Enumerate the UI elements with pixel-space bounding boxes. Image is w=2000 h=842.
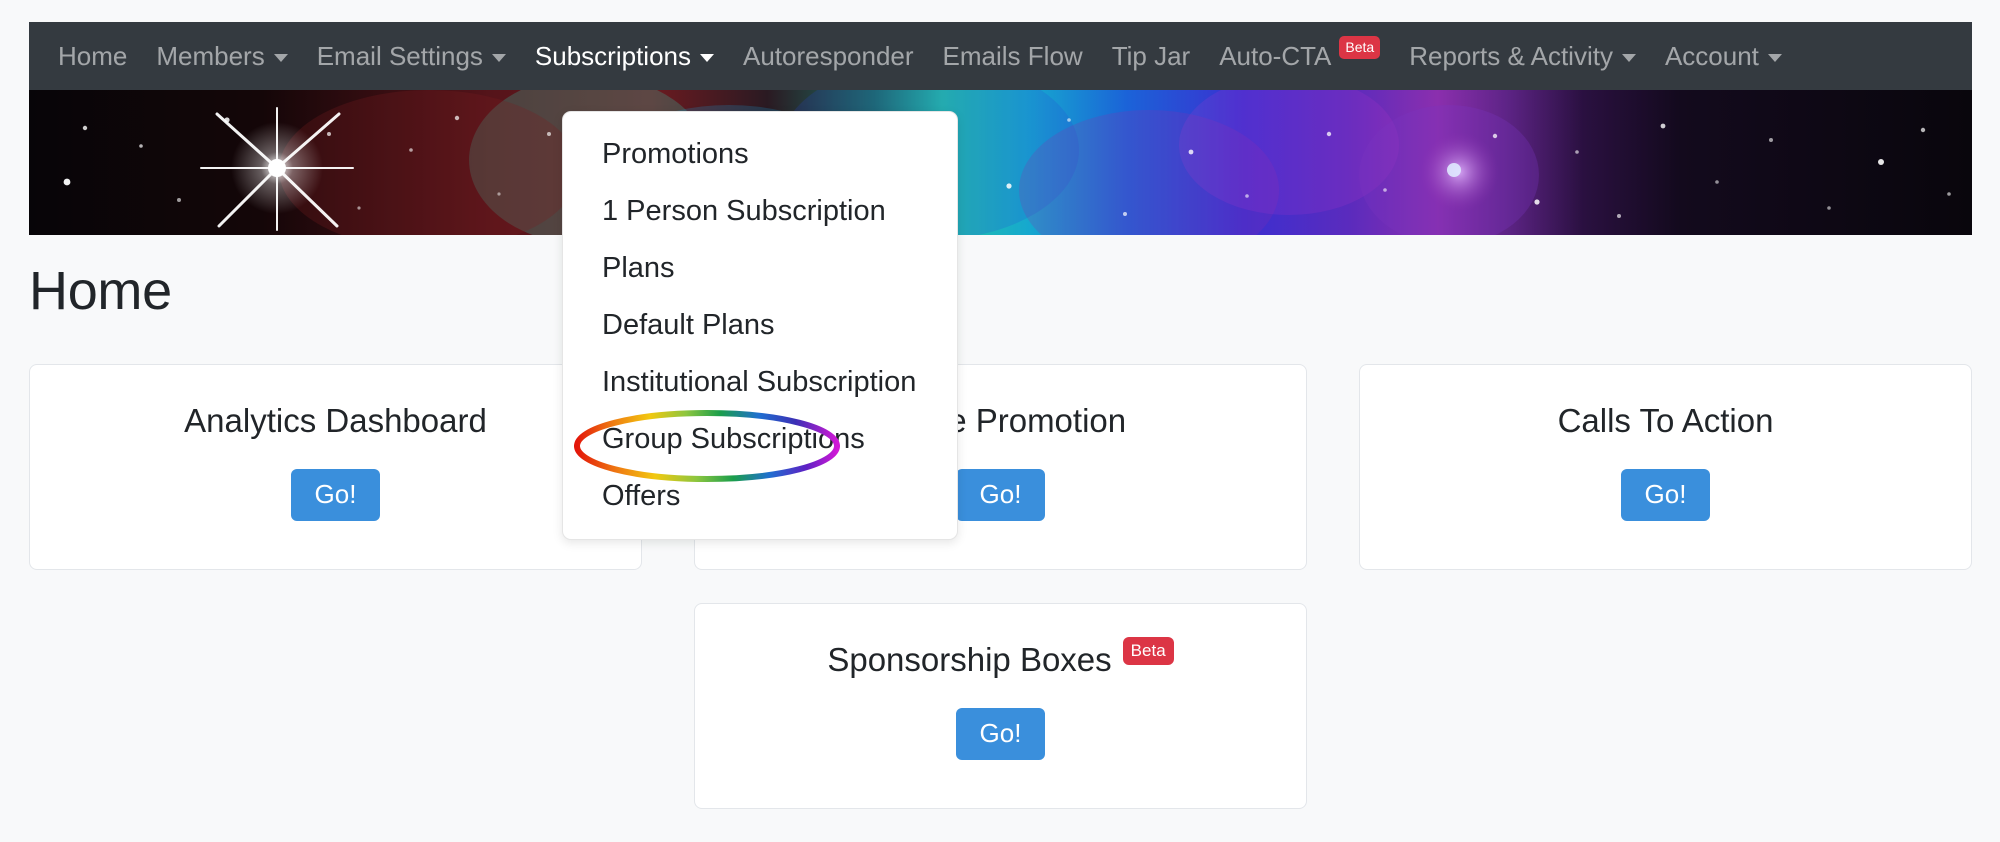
chevron-down-icon <box>491 54 506 62</box>
nav-item-label: Home <box>58 41 128 71</box>
dropdown-item-1-person-subscription[interactable]: 1 Person Subscription <box>563 183 957 240</box>
chevron-down-icon <box>699 54 714 62</box>
chevron-down-icon <box>1621 54 1636 62</box>
nav-item-label: Emails Flow <box>942 41 1083 71</box>
card-title-text: Sponsorship Boxes <box>827 641 1112 678</box>
nav-item-label: Subscriptions <box>534 41 691 71</box>
nav-item-emails-flow[interactable]: Emails Flow <box>943 43 1083 69</box>
card-title: Sponsorship Boxes Beta <box>827 637 1174 680</box>
app-root: Home Members Email Settings Subscription… <box>0 0 2000 842</box>
card-sponsorship-boxes: Sponsorship Boxes Beta Go! <box>694 603 1307 809</box>
dropdown-item-promotions[interactable]: Promotions <box>563 126 957 183</box>
card-analytics-dashboard: Analytics Dashboard Go! <box>29 364 642 570</box>
chevron-down-icon <box>1767 54 1782 62</box>
card-title: Calls To Action <box>1558 401 1774 441</box>
nav-item-label: Reports & Activity <box>1409 41 1613 71</box>
page-title: Home <box>29 261 172 321</box>
go-button[interactable]: Go! <box>290 468 381 521</box>
dropdown-item-institutional-subscription[interactable]: Institutional Subscription <box>563 354 957 411</box>
nav-item-label: Account <box>1664 41 1759 71</box>
card-title-text: Analytics Dashboard <box>184 402 487 439</box>
nav-item-label: Members <box>156 41 265 71</box>
beta-badge: Beta <box>1339 35 1381 59</box>
nav-item-auto-cta[interactable]: Auto-CTA Beta <box>1219 35 1381 71</box>
nav-item-home[interactable]: Home <box>58 43 127 69</box>
nav-item-label: Auto-CTA <box>1219 41 1332 71</box>
nav-item-email-settings[interactable]: Email Settings <box>317 43 506 69</box>
banner-image <box>29 90 1972 235</box>
nav-item-subscriptions[interactable]: Subscriptions <box>535 43 714 69</box>
card-calls-to-action: Calls To Action Go! <box>1359 364 1972 570</box>
nav-item-account[interactable]: Account <box>1665 43 1782 69</box>
card-body: Calls To Action Go! <box>1360 365 1971 569</box>
dropdown-item-group-subscriptions[interactable]: Group Subscriptions <box>563 411 957 468</box>
dropdown-item-offers[interactable]: Offers <box>563 468 957 525</box>
card-body: Analytics Dashboard Go! <box>30 365 641 569</box>
nav-item-autoresponder[interactable]: Autoresponder <box>743 43 914 69</box>
go-button[interactable]: Go! <box>955 468 1046 521</box>
main-navbar: Home Members Email Settings Subscription… <box>29 22 1972 90</box>
dropdown-item-default-plans[interactable]: Default Plans <box>563 297 957 354</box>
go-button[interactable]: Go! <box>955 707 1046 760</box>
card-title: Analytics Dashboard <box>184 401 487 441</box>
nav-item-label: Autoresponder <box>742 41 914 71</box>
nav-item-label: Email Settings <box>316 41 483 71</box>
chevron-down-icon <box>273 54 288 62</box>
card-title-text: Calls To Action <box>1557 402 1774 439</box>
subscriptions-dropdown-menu: Promotions 1 Person Subscription Plans D… <box>562 111 958 540</box>
dropdown-item-plans[interactable]: Plans <box>563 240 957 297</box>
card-body: Sponsorship Boxes Beta Go! <box>695 604 1306 808</box>
nav-item-members[interactable]: Members <box>156 41 288 71</box>
go-button[interactable]: Go! <box>1620 468 1711 521</box>
nav-item-label: Tip Jar <box>1111 41 1191 71</box>
nav-item-reports-activity[interactable]: Reports & Activity <box>1409 43 1636 69</box>
beta-badge: Beta <box>1122 637 1174 665</box>
nav-item-tip-jar[interactable]: Tip Jar <box>1112 43 1191 69</box>
